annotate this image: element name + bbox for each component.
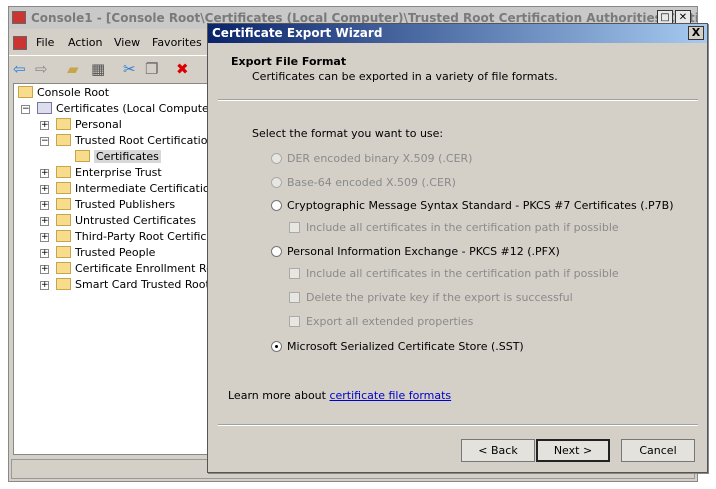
certificate-file-formats-link[interactable]: certificate file formats	[329, 389, 451, 402]
expand-icon[interactable]: +	[40, 121, 49, 130]
checkbox-pfx-include-path: Include all certificates in the certific…	[289, 267, 619, 280]
menu-action[interactable]: Action	[68, 36, 102, 49]
tree-item-personal[interactable]: Personal	[56, 117, 122, 133]
mmc-menu-icon	[13, 36, 27, 50]
radio-sst[interactable]: Microsoft Serialized Certificate Store (…	[271, 340, 524, 353]
radio-pkcs7[interactable]: Cryptographic Message Syntax Standard - …	[271, 199, 674, 212]
forward-arrow-icon[interactable]: ⇨	[35, 60, 48, 78]
tree-item-third-party[interactable]: Third-Party Root Certificatio	[56, 229, 208, 245]
header-subtitle: Certificates can be exported in a variet…	[252, 70, 558, 83]
expand-icon[interactable]: +	[40, 217, 49, 226]
expand-icon[interactable]: +	[40, 249, 49, 258]
tree-item-enterprise-trust[interactable]: Enterprise Trust	[56, 165, 162, 181]
folder-icon	[56, 182, 71, 194]
cancel-button[interactable]: Cancel	[621, 439, 695, 462]
expand-icon[interactable]: +	[40, 265, 49, 274]
tree-item-trusted-root[interactable]: Trusted Root Certification A	[56, 133, 208, 149]
menu-file[interactable]: File	[36, 36, 54, 49]
learn-more-text: Learn more about certificate file format…	[228, 389, 452, 402]
next-button[interactable]: Next >	[536, 439, 610, 462]
folder-icon	[56, 166, 71, 178]
folder-icon	[56, 262, 71, 274]
folder-icon	[56, 214, 71, 226]
folder-icon	[75, 150, 90, 162]
folder-icon	[56, 230, 71, 242]
header-title: Export File Format	[231, 55, 347, 68]
menu-favorites[interactable]: Favorites	[152, 36, 202, 49]
collapse-icon[interactable]: −	[21, 105, 30, 114]
tree-item-enrollment[interactable]: Certificate Enrollment Reque	[56, 261, 208, 277]
dialog-close-button[interactable]: X	[688, 26, 704, 40]
back-button[interactable]: < Back	[461, 439, 535, 462]
up-folder-icon[interactable]: ▰	[67, 60, 79, 78]
show-hide-tree-icon[interactable]: ▦	[91, 60, 105, 78]
tree-item-console-root[interactable]: Console Root	[18, 85, 109, 101]
folder-icon	[56, 118, 71, 130]
header-divider	[218, 99, 698, 101]
tree-item-intermediate[interactable]: Intermediate Certification A	[56, 181, 208, 197]
folder-icon	[18, 86, 33, 98]
expand-icon[interactable]: +	[40, 201, 49, 210]
delete-icon[interactable]: ✖	[176, 60, 189, 78]
folder-icon	[56, 134, 71, 146]
tree-item-certificates[interactable]: Certificates	[75, 149, 161, 165]
tree-item-untrusted[interactable]: Untrusted Certificates	[56, 213, 196, 229]
checkbox-pkcs7-include-path: Include all certificates in the certific…	[289, 221, 619, 234]
folder-icon	[56, 278, 71, 290]
folder-icon	[56, 198, 71, 210]
cut-icon[interactable]: ✂	[123, 60, 136, 78]
expand-icon[interactable]: +	[40, 233, 49, 242]
radio-base64: Base-64 encoded X.509 (.CER)	[271, 176, 456, 189]
format-prompt: Select the format you want to use:	[252, 127, 444, 140]
collapse-icon[interactable]: −	[40, 137, 49, 146]
menu-view[interactable]: View	[114, 36, 140, 49]
certificate-export-wizard-dialog: Certificate Export Wizard X Export File …	[207, 23, 708, 473]
mmc-app-icon	[12, 11, 26, 24]
expand-icon[interactable]: +	[40, 281, 49, 290]
tree-item-smart-card[interactable]: Smart Card Trusted Roots	[56, 277, 208, 293]
back-arrow-icon[interactable]: ⇦	[13, 60, 26, 78]
console-tree: Console Root − Certificates (Local Compu…	[13, 83, 209, 455]
tree-item-trusted-people[interactable]: Trusted People	[56, 245, 155, 261]
tree-item-trusted-publishers[interactable]: Trusted Publishers	[56, 197, 175, 213]
expand-icon[interactable]: +	[40, 169, 49, 178]
radio-pkcs12[interactable]: Personal Information Exchange - PKCS #12…	[271, 245, 560, 258]
radio-der: DER encoded binary X.509 (.CER)	[271, 152, 472, 165]
footer-divider	[218, 424, 698, 426]
certificate-store-icon	[37, 102, 52, 114]
folder-icon	[56, 246, 71, 258]
dialog-title-bar: Certificate Export Wizard X	[208, 24, 707, 43]
checkbox-export-extended: Export all extended properties	[289, 315, 473, 328]
tree-item-certificates-local-computer[interactable]: Certificates (Local Computer)	[37, 101, 208, 117]
copy-icon[interactable]: ❐	[145, 60, 158, 78]
expand-icon[interactable]: +	[40, 185, 49, 194]
checkbox-delete-private-key: Delete the private key if the export is …	[289, 291, 573, 304]
